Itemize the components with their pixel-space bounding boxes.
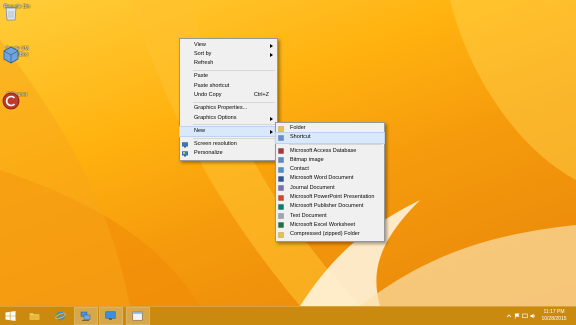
new-menu-item-shortcut[interactable]: Shortcut [275,132,385,144]
file-explorer-button[interactable] [24,308,46,324]
submenu-arrow-icon [270,116,273,121]
internet-explorer-icon [55,311,66,321]
menu-item-label: View [194,41,206,48]
virtualbox-icon [3,46,19,64]
monitor-icon [182,141,188,148]
menu-separator [193,69,275,71]
menu-item-sort-by[interactable]: Sort by [180,50,277,59]
excel-icon [278,222,284,229]
network-button[interactable] [74,307,98,325]
zip-folder-icon [278,232,284,238]
contact-icon [278,166,284,173]
recycle-bin-icon [5,7,17,21]
menu-item-label: Microsoft Access Database [290,147,357,154]
chevron-up-icon[interactable] [506,313,512,319]
new-menu-item-contact[interactable]: Contact [276,165,384,174]
windows-logo-icon [5,311,16,321]
submenu-arrow-icon [270,43,273,48]
desktop-icon-recycle-bin[interactable]: Recycle Bin [2,4,32,21]
menu-item-label: Undo Copy [194,91,222,98]
folder-icon [278,125,284,132]
menu-item-label: Paste [194,73,209,80]
menu-separator [193,101,275,103]
network-status-icon[interactable] [522,313,528,319]
menu-item-label: Folder [290,125,306,131]
menu-item-label: Graphics Properties... [194,105,248,112]
new-menu-item-text-document[interactable]: Text Document [276,212,384,221]
new-menu-item-excel[interactable]: Microsoft Excel Worksheet [276,221,384,230]
new-menu-item-access[interactable]: Microsoft Access Database [276,147,384,156]
desktop-context-menu: View Sort by Refresh Paste Paste shortcu… [179,38,278,162]
journal-icon [278,185,284,192]
menu-item-label: Sort by [194,50,212,57]
menu-item-paste[interactable]: Paste [180,72,277,81]
network-icon [80,311,91,321]
menu-item-label: Microsoft Excel Worksheet [290,221,356,228]
desktop-background[interactable]: Recycle Bin Oracle VM VirtualBox CCleane… [0,0,576,306]
internet-explorer-button[interactable] [50,308,72,324]
shortcut-icon [278,135,284,141]
window-button[interactable] [126,307,150,325]
taskbar: 11:17 PM 10/28/2015 [0,306,576,325]
menu-item-label: Text Document [290,212,327,219]
menu-item-view[interactable]: View [180,41,277,50]
new-menu-item-journal[interactable]: Journal Document [276,184,384,193]
menu-item-paste-shortcut[interactable]: Paste shortcut [180,82,277,91]
flag-icon[interactable] [514,313,520,319]
window-icon [132,311,143,321]
menu-item-personalize[interactable]: Personalize [180,149,277,158]
shortcut-key: Ctrl+Z [253,91,269,98]
menu-item-undo-copy[interactable]: Undo Copy Ctrl+Z [180,91,277,100]
submenu-arrow-icon [270,52,273,57]
new-submenu: Folder Shortcut Microsoft Access Database B… [275,122,385,242]
menu-item-label: Compressed (zipped) Folder [290,231,360,238]
menu-item-label: Shortcut [290,134,311,141]
menu-item-label: New [194,127,206,134]
menu-separator [193,124,275,126]
menu-item-label: Contact [290,166,309,173]
bitmap-icon [278,157,284,164]
menu-item-label: Microsoft Publisher Document [290,203,364,210]
menu-item-label: Bitmap image [290,156,324,163]
menu-item-label: Personalize [194,150,223,157]
desktop-icon-ccleaner[interactable]: CCleaner [2,92,32,110]
menu-item-graphics-options[interactable]: Graphics Options [180,114,277,123]
start-button[interactable] [0,308,22,324]
folder-icon [29,312,40,321]
menu-item-label: Microsoft Word Document [290,175,354,182]
ccleaner-icon [2,92,20,110]
menu-item-label: Graphics Options [194,114,237,121]
menu-item-label: Microsoft PowerPoint Presentation [290,194,375,201]
menu-item-refresh[interactable]: Refresh [180,59,277,68]
clock[interactable]: 11:17 PM 10/28/2015 [536,309,572,322]
new-menu-item-powerpoint[interactable]: Microsoft PowerPoint Presentation [276,193,384,202]
new-menu-item-bitmap[interactable]: Bitmap image [276,156,384,165]
clock-date: 10/28/2015 [541,315,567,322]
desktop-icon-virtualbox[interactable]: Oracle VM VirtualBox [2,46,32,64]
word-icon [278,176,284,182]
remote-desktop-button[interactable] [99,307,123,325]
new-menu-item-zip-folder[interactable]: Compressed (zipped) Folder [276,230,384,239]
menu-item-label: Journal Document [290,184,335,191]
new-menu-item-publisher[interactable]: Microsoft Publisher Document [276,202,384,211]
monitor-icon [105,311,116,320]
new-menu-item-folder[interactable]: Folder [276,124,384,133]
powerpoint-icon [278,194,284,201]
new-menu-item-word[interactable]: Microsoft Word Document [276,174,384,183]
access-icon [278,148,284,154]
menu-item-screen-resolution[interactable]: Screen resolution [180,140,277,149]
submenu-arrow-icon [270,129,273,134]
menu-separator [289,144,382,146]
publisher-icon [278,204,284,210]
menu-item-new[interactable]: New [179,125,278,138]
menu-item-label: Paste shortcut [194,82,230,89]
personalize-icon [182,151,188,157]
menu-item-label: Refresh [194,60,214,67]
text-document-icon [278,213,284,219]
menu-separator [193,137,275,139]
menu-item-graphics-properties[interactable]: Graphics Properties... [180,104,277,113]
menu-item-label: Screen resolution [194,141,237,148]
